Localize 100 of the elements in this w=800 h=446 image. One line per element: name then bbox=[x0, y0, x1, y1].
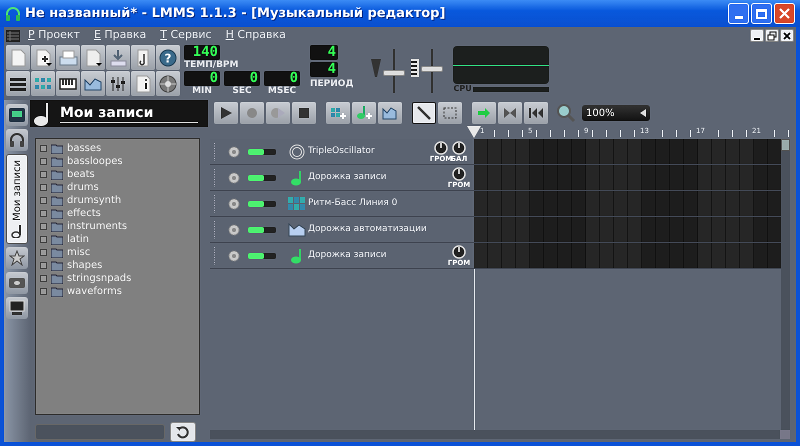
close-icon bbox=[781, 30, 793, 42]
mute-toggle[interactable] bbox=[248, 226, 276, 232]
piano-keys-icon bbox=[411, 59, 420, 77]
side-tab[interactable] bbox=[6, 129, 28, 151]
close-button[interactable] bbox=[774, 3, 795, 24]
folder-item[interactable]: effects bbox=[40, 207, 199, 220]
drag-grip-icon[interactable] bbox=[213, 220, 216, 240]
folder-item[interactable]: waveforms bbox=[40, 285, 199, 298]
track-name[interactable]: Дорожка записи bbox=[308, 170, 387, 184]
track-name[interactable]: Ритм-Басс Линия 0 bbox=[308, 196, 398, 210]
mute-toggle[interactable] bbox=[248, 174, 276, 180]
time-signature-denominator[interactable]: 4 bbox=[310, 62, 338, 77]
piano-button[interactable] bbox=[56, 71, 80, 96]
record-play-icon bbox=[270, 105, 286, 121]
automation-icon bbox=[288, 222, 306, 236]
stop-button[interactable] bbox=[292, 102, 316, 124]
lcd-label: ПЕРИОД bbox=[310, 79, 354, 89]
minimize-button[interactable] bbox=[728, 3, 749, 24]
menu-item[interactable]: E Правка bbox=[94, 27, 146, 44]
dropdown-arrow-icon bbox=[640, 109, 646, 117]
folder-item[interactable]: basses bbox=[40, 142, 199, 155]
folder-item[interactable]: misc bbox=[40, 246, 199, 259]
folder-item[interactable]: instruments bbox=[40, 220, 199, 233]
notes-button[interactable] bbox=[131, 71, 155, 96]
note-icon bbox=[11, 224, 23, 238]
time-signature-numerator[interactable]: 4 bbox=[310, 45, 338, 60]
mixer-button[interactable] bbox=[106, 71, 130, 96]
zoom-combo-box[interactable]: 100% bbox=[582, 105, 650, 121]
mute-toggle[interactable] bbox=[248, 252, 276, 258]
menu-item[interactable]: H Справка bbox=[226, 27, 286, 44]
star-icon bbox=[9, 250, 25, 266]
lcd-label: SEC bbox=[232, 86, 252, 96]
side-tab[interactable] bbox=[6, 247, 28, 269]
automation-button[interactable] bbox=[81, 71, 105, 96]
gear-icon[interactable] bbox=[228, 146, 240, 158]
mute-toggle[interactable] bbox=[248, 200, 276, 206]
beat-editor-button[interactable] bbox=[6, 71, 30, 96]
recent-button[interactable] bbox=[81, 45, 105, 70]
headphones-icon bbox=[5, 6, 21, 22]
loop-markers-icon bbox=[502, 105, 518, 121]
stop-icon bbox=[296, 105, 312, 121]
open-button[interactable] bbox=[56, 45, 80, 70]
save-button[interactable] bbox=[106, 45, 130, 70]
folder-item[interactable]: drums bbox=[40, 181, 199, 194]
folder-item[interactable]: shapes bbox=[40, 259, 199, 272]
controller-icon bbox=[158, 74, 178, 94]
app-menu-icon[interactable] bbox=[6, 30, 20, 42]
new-from-template-button[interactable] bbox=[31, 45, 55, 70]
master-volume-slider[interactable] bbox=[381, 49, 408, 93]
folder-item[interactable]: bassloopes bbox=[40, 155, 199, 168]
folder-icon bbox=[51, 208, 63, 218]
folder-icon bbox=[51, 286, 63, 296]
folder-item[interactable]: beats bbox=[40, 168, 199, 181]
document-close-button[interactable] bbox=[780, 29, 794, 42]
folder-item[interactable]: latin bbox=[40, 233, 199, 246]
note-icon bbox=[291, 170, 303, 186]
folder-item[interactable]: stringsnpads bbox=[40, 272, 199, 285]
mute-toggle[interactable] bbox=[248, 148, 276, 154]
track-name[interactable]: Дорожка автоматизации bbox=[308, 222, 427, 236]
vertical-scrollbar[interactable] bbox=[781, 139, 790, 430]
play-button[interactable] bbox=[214, 102, 238, 124]
play-icon bbox=[218, 105, 234, 121]
filter-field[interactable] bbox=[35, 424, 165, 440]
track-name[interactable]: Дорожка записи bbox=[308, 248, 387, 262]
note-icon bbox=[291, 248, 303, 264]
drag-grip-icon[interactable] bbox=[213, 168, 216, 188]
gear-icon[interactable] bbox=[228, 172, 240, 184]
drag-grip-icon[interactable] bbox=[213, 194, 216, 214]
track-name[interactable]: TripleOscillator bbox=[308, 144, 375, 158]
maximize-button[interactable] bbox=[751, 3, 772, 24]
menu-item[interactable]: P Проект bbox=[28, 27, 80, 44]
gear-icon[interactable] bbox=[228, 224, 240, 236]
save-icon bbox=[108, 48, 128, 68]
rewind-button[interactable] bbox=[524, 102, 548, 124]
refresh-button[interactable] bbox=[170, 422, 196, 442]
document-minimize-button[interactable] bbox=[750, 29, 764, 42]
add-beat-track-icon bbox=[330, 105, 346, 121]
tempo-display[interactable]: 140 bbox=[184, 45, 220, 60]
play-from-start-button[interactable] bbox=[472, 102, 496, 124]
controller-button[interactable] bbox=[156, 71, 180, 96]
master-pitch-slider[interactable] bbox=[419, 49, 446, 93]
folder-item[interactable]: drumsynth bbox=[40, 194, 199, 207]
export-button[interactable] bbox=[131, 45, 155, 70]
draw-mode-button[interactable] bbox=[412, 102, 436, 124]
lcd-label: ТЕМП/BPM bbox=[184, 60, 238, 70]
horizontal-scrollbar[interactable] bbox=[210, 430, 790, 439]
menu-item[interactable]: T Сервис bbox=[160, 27, 212, 44]
folder-icon bbox=[51, 274, 63, 284]
loop-markers-button[interactable] bbox=[498, 102, 522, 124]
rewind-icon bbox=[528, 105, 544, 121]
side-tab[interactable] bbox=[6, 104, 28, 126]
drag-grip-icon[interactable] bbox=[213, 246, 216, 266]
gear-icon[interactable] bbox=[228, 198, 240, 210]
document-restore-button[interactable] bbox=[765, 29, 779, 42]
select-mode-button[interactable] bbox=[438, 102, 462, 124]
side-tab[interactable] bbox=[6, 297, 28, 319]
gear-icon[interactable] bbox=[228, 250, 240, 262]
master-volume-icon bbox=[371, 59, 382, 77]
side-tab[interactable]: Мои записи bbox=[6, 154, 28, 244]
drag-grip-icon[interactable] bbox=[213, 142, 216, 162]
